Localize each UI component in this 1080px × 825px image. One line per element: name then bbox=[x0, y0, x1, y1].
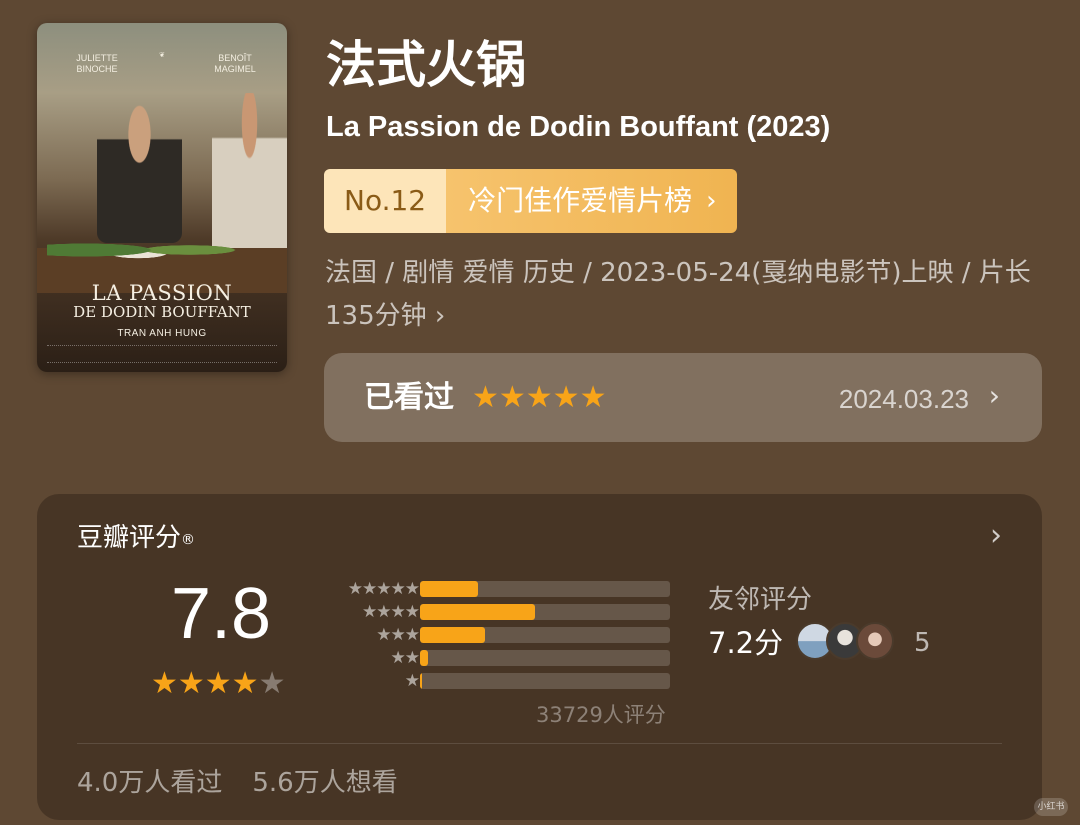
audience-stats: 4.0万人看过 5.6万人想看 bbox=[77, 764, 428, 802]
movie-title-en: La Passion de Dodin Bouffant (2023) bbox=[326, 111, 831, 143]
watermark: 小红书 bbox=[1034, 798, 1068, 816]
poster-figure-man bbox=[97, 98, 182, 243]
registered-mark: ® bbox=[181, 532, 196, 548]
friends-rating-score: 7.2分 bbox=[708, 626, 784, 660]
poster-actor-left: JULIETTE BINOCHE bbox=[76, 53, 118, 74]
distribution-row: ★ bbox=[317, 670, 677, 693]
movie-title-cn: 法式火锅 bbox=[326, 36, 526, 94]
distribution-stars: ★★★★ bbox=[362, 602, 420, 622]
divider bbox=[77, 743, 1002, 744]
friends-rating[interactable]: 友邻评分 7.2分 5 bbox=[708, 580, 931, 660]
rating-heading-text: 豆瓣评分 bbox=[77, 523, 182, 553]
watched-label: 已看过 bbox=[364, 380, 454, 415]
distribution-stars: ★★★★★ bbox=[347, 579, 420, 599]
seen-count[interactable]: 4.0万人看过 bbox=[77, 768, 222, 798]
festival-laurel-icon: ❦ bbox=[159, 52, 165, 59]
douban-rating-card[interactable]: 豆瓣评分® › 7.8 ★★★★★ ★★★★★ ★★★★ ★★★ ★★ ★ 33729人… bbox=[37, 494, 1042, 820]
watched-date: 2024.03.23 bbox=[838, 384, 969, 414]
friends-avatars[interactable] bbox=[796, 622, 894, 662]
chevron-right-icon: › bbox=[706, 186, 717, 216]
poster-actor-right: BENOÎT MAGIMEL bbox=[214, 53, 256, 74]
rank-list-label: 冷门佳作爱情片榜 bbox=[468, 184, 693, 217]
distribution-track bbox=[420, 650, 670, 666]
watched-status-card[interactable]: 已看过 ★★★★★ 2024.03.23 › bbox=[324, 353, 1042, 442]
distribution-track bbox=[420, 604, 670, 620]
distribution-row: ★★★★ bbox=[317, 601, 677, 624]
rating-distribution: ★★★★★ ★★★★ ★★★ ★★ ★ bbox=[317, 578, 677, 693]
movie-meta-text: 法国 / 剧情 爱情 历史 / 2023-05-24(戛纳电影节)上映 / 片长… bbox=[325, 258, 1031, 331]
distribution-row: ★★ bbox=[317, 647, 677, 670]
distribution-row: ★★★ bbox=[317, 624, 677, 647]
chevron-right-icon: › bbox=[988, 379, 1000, 412]
my-rating-stars: ★★★★★ bbox=[472, 380, 607, 415]
friends-rating-label: 友邻评分 bbox=[708, 585, 813, 615]
rating-score: 7.8 bbox=[171, 574, 272, 654]
rank-list-link[interactable]: 冷门佳作爱情片榜 › bbox=[446, 169, 737, 233]
distribution-bar bbox=[420, 604, 535, 620]
poster-director: TRAN ANH HUNG bbox=[117, 328, 207, 339]
rating-heading: 豆瓣评分® bbox=[77, 518, 195, 558]
rating-stars-empty: ★ bbox=[258, 666, 286, 701]
ranking-badge[interactable]: No.12 冷门佳作爱情片榜 › bbox=[324, 169, 737, 233]
poster-food bbox=[47, 235, 237, 265]
distribution-stars: ★ bbox=[404, 671, 420, 691]
movie-poster[interactable]: JULIETTE BINOCHE ❦ BENOÎT MAGIMEL LA PAS… bbox=[37, 23, 287, 372]
distribution-track bbox=[420, 673, 670, 689]
distribution-track bbox=[420, 627, 670, 643]
friends-count: 5 bbox=[914, 628, 931, 658]
movie-meta-info[interactable]: 法国 / 剧情 爱情 历史 / 2023-05-24(戛纳电影节)上映 / 片长… bbox=[325, 252, 1045, 338]
poster-title-line1: LA PASSION bbox=[91, 281, 233, 305]
distribution-bar bbox=[420, 581, 478, 597]
poster-fineprint bbox=[47, 345, 277, 363]
distribution-stars: ★★ bbox=[390, 648, 421, 668]
distribution-bar bbox=[420, 627, 485, 643]
distribution-stars: ★★★ bbox=[376, 625, 420, 645]
chevron-right-icon[interactable]: › bbox=[990, 518, 1002, 553]
distribution-track bbox=[420, 581, 670, 597]
avatar bbox=[856, 622, 894, 660]
poster-title-line2: DE DODIN BOUFFANT bbox=[73, 303, 251, 321]
rating-count: 33729人评分 bbox=[536, 703, 666, 727]
rank-number: No.12 bbox=[324, 169, 447, 233]
distribution-bar bbox=[420, 673, 422, 689]
distribution-bar bbox=[420, 650, 428, 666]
want-count[interactable]: 5.6万人想看 bbox=[252, 768, 397, 798]
chevron-right-icon: › bbox=[434, 301, 446, 331]
rating-stars: ★★★★★ bbox=[151, 666, 285, 702]
distribution-row: ★★★★★ bbox=[317, 578, 677, 601]
rating-stars-filled: ★★★★ bbox=[151, 666, 259, 701]
